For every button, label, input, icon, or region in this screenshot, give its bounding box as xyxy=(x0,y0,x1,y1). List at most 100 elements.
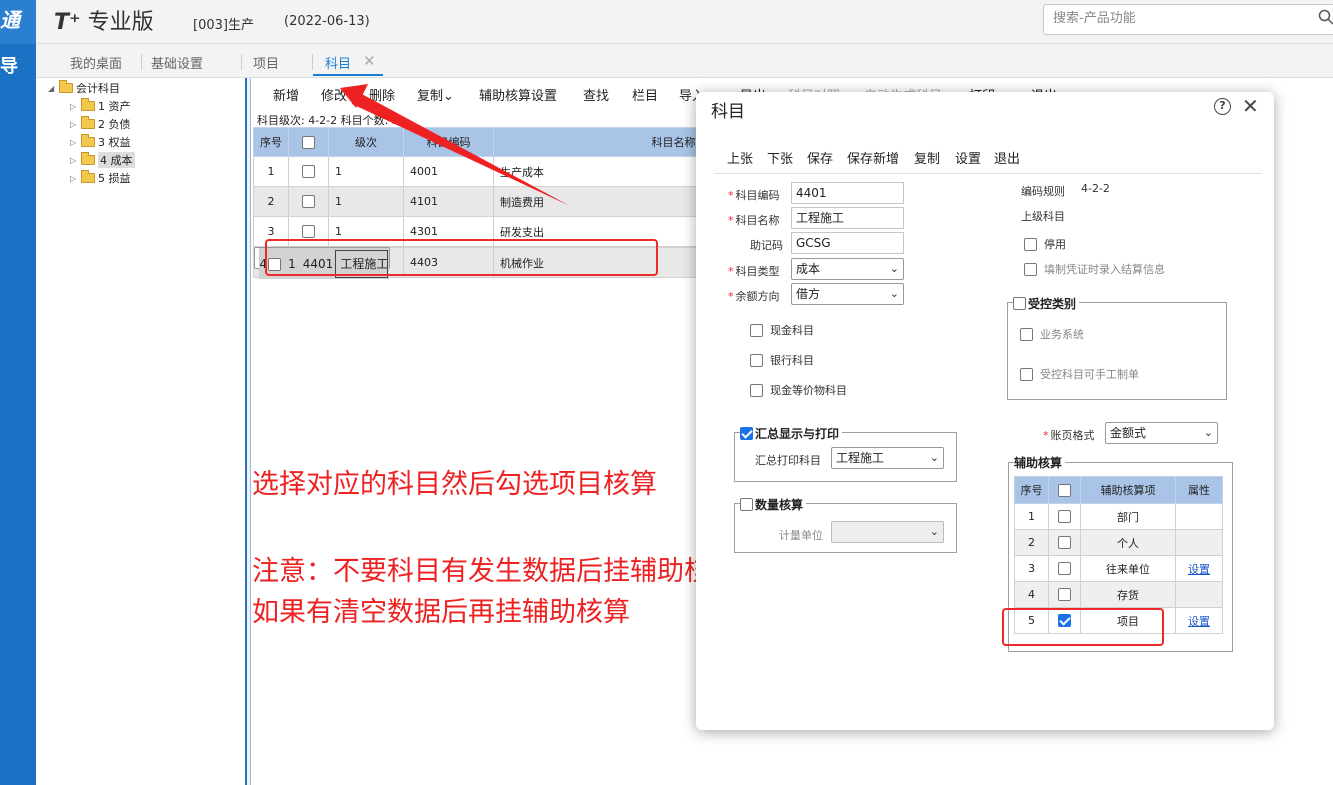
aux-cell-check[interactable] xyxy=(1048,503,1081,530)
cash-subject-option[interactable]: 现金科目 xyxy=(750,322,814,338)
save-new-button[interactable]: 保存新增 xyxy=(847,148,899,167)
folder-icon xyxy=(81,134,95,147)
aux-cell-attr[interactable]: 设置 xyxy=(1175,555,1223,582)
disable-checkbox[interactable] xyxy=(1024,237,1037,251)
save-button[interactable]: 保存 xyxy=(807,148,833,167)
name-field[interactable]: 工程施工 xyxy=(791,207,904,229)
aux-row[interactable]: 2 个人 xyxy=(1014,529,1223,556)
exit-button[interactable]: 退出 xyxy=(994,148,1020,167)
settings-link[interactable]: 设置 xyxy=(1188,563,1210,576)
tree-item-pl[interactable]: ▷ 5 损益 xyxy=(70,170,131,186)
folder-icon xyxy=(81,152,95,165)
tab-separator xyxy=(312,54,313,70)
row-checkbox[interactable] xyxy=(302,165,315,179)
expand-icon[interactable]: ▷ xyxy=(70,120,78,129)
bank-checkbox[interactable] xyxy=(750,353,763,367)
manual-voucher-option[interactable]: 受控科目可手工制单 xyxy=(1020,366,1139,382)
add-button[interactable]: 新增 xyxy=(273,85,299,104)
row-checkbox[interactable] xyxy=(302,225,315,239)
select-all-checkbox[interactable] xyxy=(302,135,315,149)
settle-checkbox[interactable] xyxy=(1024,262,1037,276)
controlled-legend[interactable]: 受控类别 xyxy=(1013,295,1080,312)
aux-row[interactable]: 1 部门 xyxy=(1014,503,1223,530)
panel-splitter[interactable] xyxy=(245,78,251,785)
aux-header-row: 序号 辅助核算项 属性 xyxy=(1014,476,1223,504)
tree-item-cost[interactable]: ▷ 4 成本 xyxy=(70,152,135,168)
aux-cell-check[interactable] xyxy=(1048,581,1081,608)
aux-row-checkbox[interactable] xyxy=(1058,588,1071,602)
aux-col-seq: 序号 xyxy=(1014,476,1049,504)
summary-print-select[interactable]: 工程施工 ⌄ xyxy=(831,447,944,469)
expand-icon[interactable]: ▷ xyxy=(70,138,78,147)
tab-project[interactable]: 项目 xyxy=(253,53,279,72)
aux-cell-check[interactable] xyxy=(1048,555,1081,582)
search-icon[interactable] xyxy=(1318,9,1333,25)
col-check[interactable] xyxy=(288,127,329,157)
aux-row-checkbox[interactable] xyxy=(1058,510,1071,524)
copy-button[interactable]: 复制 xyxy=(914,148,940,167)
business-system-checkbox[interactable] xyxy=(1020,327,1033,341)
aux-row-checkbox[interactable] xyxy=(1058,536,1071,550)
help-icon[interactable]: ? xyxy=(1214,98,1231,115)
tab-desktop[interactable]: 我的桌面 xyxy=(70,53,122,72)
ledger-label: * 账页格式 xyxy=(1043,429,1095,442)
tree-root[interactable]: ◢ 会计科目 xyxy=(48,80,120,96)
tab-subject[interactable]: 科目 xyxy=(325,53,351,72)
tree-item-liabilities[interactable]: ▷ 2 负债 xyxy=(70,116,131,132)
chevron-down-icon: ⌄ xyxy=(1203,426,1213,439)
mnemonic-field[interactable]: GCSG xyxy=(791,232,904,254)
type-select[interactable]: 成本 ⌄ xyxy=(791,258,904,280)
aux-cell-attr[interactable]: 设置 xyxy=(1175,607,1223,634)
unit-select[interactable]: ⌄ xyxy=(831,521,944,543)
row-checkbox[interactable] xyxy=(302,195,315,209)
settle-option[interactable]: 填制凭证时录入结算信息 xyxy=(1024,261,1165,277)
tab-basic-settings[interactable]: 基础设置 xyxy=(151,53,203,72)
disable-option[interactable]: 停用 xyxy=(1024,236,1066,252)
search-box[interactable] xyxy=(1043,4,1333,35)
tab-close-icon[interactable]: ✕ xyxy=(363,52,376,70)
next-button[interactable]: 下张 xyxy=(767,148,793,167)
aux-row-checkbox[interactable] xyxy=(1058,562,1071,576)
cash-equivalent-checkbox[interactable] xyxy=(750,383,763,397)
aux-row[interactable]: 3 往来单位 设置 xyxy=(1014,555,1223,582)
tab-separator xyxy=(241,54,242,70)
aux-cell-check[interactable] xyxy=(1048,529,1081,556)
cash-checkbox[interactable] xyxy=(750,323,763,337)
folder-icon xyxy=(81,170,95,183)
search-input[interactable] xyxy=(1053,5,1303,32)
collapse-icon[interactable]: ◢ xyxy=(48,84,56,93)
tree-item-assets[interactable]: ▷ 1 资产 xyxy=(70,98,131,114)
summary-checkbox[interactable] xyxy=(740,427,753,440)
aux-row[interactable]: 4 存货 xyxy=(1014,581,1223,608)
expand-icon[interactable]: ▷ xyxy=(70,156,78,165)
business-system-option[interactable]: 业务系统 xyxy=(1020,326,1084,342)
rail-text-2[interactable]: 导 xyxy=(0,52,18,78)
tree-item-equity[interactable]: ▷ 3 权益 xyxy=(70,134,131,150)
ledger-select[interactable]: 金额式 ⌄ xyxy=(1105,422,1218,444)
summary-legend[interactable]: 汇总显示与打印 xyxy=(740,425,843,442)
expand-icon[interactable]: ▷ xyxy=(70,174,78,183)
manual-voucher-checkbox[interactable] xyxy=(1020,367,1033,381)
quantity-checkbox[interactable] xyxy=(740,498,753,511)
settings-button[interactable]: 设置 xyxy=(955,148,981,167)
chevron-down-icon: ⌄ xyxy=(889,287,899,300)
controlled-checkbox[interactable] xyxy=(1013,297,1026,310)
find-button[interactable]: 查找 xyxy=(583,85,609,104)
columns-button[interactable]: 栏目 xyxy=(632,85,658,104)
prev-button[interactable]: 上张 xyxy=(727,148,753,167)
cell-check[interactable] xyxy=(288,156,329,187)
annotation-note-1: 选择对应的科目然后勾选项目核算 xyxy=(252,469,657,500)
bank-subject-option[interactable]: 银行科目 xyxy=(750,352,814,368)
aux-select-all-checkbox[interactable] xyxy=(1058,483,1071,497)
close-icon[interactable]: ✕ xyxy=(1242,94,1259,118)
cell-check[interactable] xyxy=(288,186,329,217)
cash-equivalent-option[interactable]: 现金等价物科目 xyxy=(750,382,847,398)
expand-icon[interactable]: ▷ xyxy=(70,102,78,111)
direction-select[interactable]: 借方 ⌄ xyxy=(791,283,904,305)
quantity-legend[interactable]: 数量核算 xyxy=(740,496,807,513)
aux-col-check[interactable] xyxy=(1048,476,1081,504)
code-field[interactable]: 4401 xyxy=(791,182,904,204)
dialog-title: 科目 xyxy=(711,102,745,122)
settings-link[interactable]: 设置 xyxy=(1188,615,1210,628)
highlight-box-project xyxy=(1002,608,1164,646)
